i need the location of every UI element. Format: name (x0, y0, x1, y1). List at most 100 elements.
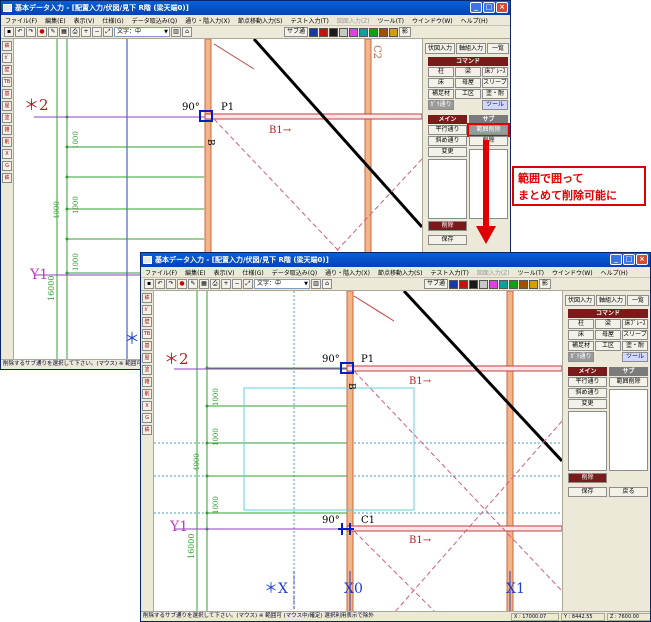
menu-spec[interactable]: 仕様(G) (242, 268, 263, 277)
cmd-floor[interactable]: 床 (428, 78, 454, 88)
menu-window[interactable]: ウインドウ(W) (412, 16, 453, 25)
shadow-toggle[interactable]: 影 (539, 279, 552, 289)
menu-file[interactable]: ファイル(F) (5, 16, 37, 25)
menu-grid[interactable]: 通り・階入力(X) (325, 268, 370, 277)
wall-icon[interactable]: ▥ (171, 27, 181, 37)
color-swatch[interactable] (529, 279, 539, 289)
wall-tool-icon[interactable]: 壁 (2, 65, 12, 75)
cross-tool-icon[interactable]: X (2, 149, 12, 159)
color-swatch[interactable] (449, 279, 459, 289)
maximize-button[interactable]: □ (483, 2, 495, 13)
tab-plan-input[interactable]: 伏図入力 (425, 43, 455, 54)
cmd-purlin[interactable]: 母屋 (455, 78, 481, 88)
save-button[interactable]: 保存 (568, 487, 607, 497)
minimize-button[interactable]: _ (610, 254, 622, 265)
fit-icon[interactable]: ⤢ (103, 27, 113, 37)
g-tool-icon[interactable]: G (2, 161, 12, 171)
main-oblique-grid[interactable]: 斜め通り (428, 136, 467, 146)
sub-grid-button[interactable]: サブ通 (284, 27, 309, 37)
menu-import[interactable]: データ取込み(Q) (272, 268, 317, 277)
cross-tool-icon[interactable]: X (142, 401, 152, 411)
cmd-column[interactable]: 柱 (428, 67, 454, 77)
cmd-tool[interactable]: ツール (622, 352, 648, 362)
color-swatch[interactable] (319, 27, 329, 37)
stop-icon[interactable]: ● (37, 27, 47, 37)
wall-icon[interactable]: ▥ (311, 279, 321, 289)
color-swatch[interactable] (329, 27, 339, 37)
cmd-paint[interactable]: 塗・耐 (622, 341, 648, 351)
menu-help[interactable]: ヘルプ(H) (601, 268, 628, 277)
menu-import[interactable]: データ取込み(Q) (132, 16, 177, 25)
gusset-tool-icon[interactable]: ｶﾞ (2, 53, 12, 63)
color-swatch[interactable] (499, 279, 509, 289)
font-size-select[interactable]: 文字：中 (114, 27, 170, 37)
color-swatch[interactable] (469, 279, 479, 289)
beam-icon[interactable]: ⌂ (182, 27, 192, 37)
grid-icon[interactable]: ▦ (199, 279, 209, 289)
menu-window[interactable]: ウインドウ(W) (552, 268, 593, 277)
fit-icon[interactable]: ⤢ (243, 279, 253, 289)
cmd-zone[interactable]: 工区 (455, 89, 481, 99)
main-change[interactable]: 変更 (568, 399, 607, 409)
color-swatch[interactable] (309, 27, 319, 37)
grid-icon[interactable]: ▦ (59, 27, 69, 37)
menu-file[interactable]: ファイル(F) (145, 268, 177, 277)
cmd-auxiliary[interactable]: 補足材 (428, 89, 454, 99)
color-swatch[interactable] (519, 279, 529, 289)
undo-icon[interactable]: ↶ (155, 279, 165, 289)
paint-tool-icon[interactable]: 塗 (142, 365, 152, 375)
color-swatch[interactable] (489, 279, 499, 289)
close-button[interactable]: × (636, 254, 648, 265)
menu-edit[interactable]: 編集(E) (185, 268, 205, 277)
tab-frame-input[interactable]: 軸組入力 (596, 295, 626, 306)
print-icon[interactable]: ⎙ (70, 27, 80, 37)
color-swatch[interactable] (359, 27, 369, 37)
main-change[interactable]: 変更 (428, 147, 467, 157)
cmd-column[interactable]: 柱 (568, 319, 594, 329)
cmd-sleeve[interactable]: スリーブ (482, 78, 508, 88)
sub-grid-button[interactable]: サブ通 (424, 279, 449, 289)
menu-tool[interactable]: ツール(T) (518, 268, 544, 277)
save-icon[interactable]: ▪ (4, 27, 14, 37)
color-swatch[interactable] (389, 27, 399, 37)
zoom-out-icon[interactable]: − (232, 279, 242, 289)
cmd-sub-grid[interactable]: ｶﾞﾘ通り (428, 100, 454, 110)
misc-tool-icon[interactable]: 雑 (2, 125, 12, 135)
tab-frame-input[interactable]: 軸組入力 (456, 43, 486, 54)
cmd-zone[interactable]: 工区 (595, 341, 621, 351)
main-parallel-grid[interactable]: 平行通り (568, 377, 607, 387)
steel-tool-icon[interactable]: 鉄 (2, 41, 12, 51)
redo-icon[interactable]: ↷ (26, 27, 36, 37)
stop-icon[interactable]: ● (177, 279, 187, 289)
cmd-beam[interactable]: 梁 (455, 67, 481, 77)
menu-drawing[interactable]: 図面入力(Z) (477, 268, 510, 277)
cmd-tool[interactable]: ツール (482, 100, 508, 110)
redo-icon[interactable]: ↷ (166, 279, 176, 289)
tool-icon[interactable]: ✎ (188, 279, 198, 289)
drawing-canvas[interactable]: ＊2 90° P1 B1→ B 90° C1 B1→ 1000 1000 100… (154, 291, 562, 613)
print-icon[interactable]: ⎙ (210, 279, 220, 289)
main-oblique-grid[interactable]: 斜め通り (568, 388, 607, 398)
base-tool-icon[interactable]: 基 (142, 341, 152, 351)
zoom-in-icon[interactable]: + (81, 27, 91, 37)
cmd-floor-brace[interactable]: 床ﾌﾞﾚｰｽ (482, 67, 508, 77)
tool-icon[interactable]: ✎ (48, 27, 58, 37)
tab-list[interactable]: 一覧 (487, 43, 509, 54)
zoom-out-icon[interactable]: − (92, 27, 102, 37)
menu-test[interactable]: テスト入力(T) (430, 268, 468, 277)
beam-icon[interactable]: ⌂ (322, 279, 332, 289)
shadow-toggle[interactable]: 影 (399, 27, 412, 37)
menu-grid[interactable]: 通り・階入力(X) (185, 16, 230, 25)
undo-icon[interactable]: ↶ (15, 27, 25, 37)
delete-button[interactable]: 削除 (568, 473, 607, 483)
wall-tool-icon[interactable]: 壁 (142, 317, 152, 327)
cmd-floor[interactable]: 床 (568, 330, 594, 340)
menu-view[interactable]: 表示(V) (214, 268, 235, 277)
close-button[interactable]: × (496, 2, 508, 13)
delete-button[interactable]: 削除 (428, 221, 467, 231)
color-swatch[interactable] (509, 279, 519, 289)
cmd-purlin[interactable]: 母屋 (595, 330, 621, 340)
menu-help[interactable]: ヘルプ(H) (461, 16, 488, 25)
cmd-sleeve[interactable]: スリーブ (622, 330, 648, 340)
menu-node[interactable]: 節点移動入力(S) (238, 16, 283, 25)
